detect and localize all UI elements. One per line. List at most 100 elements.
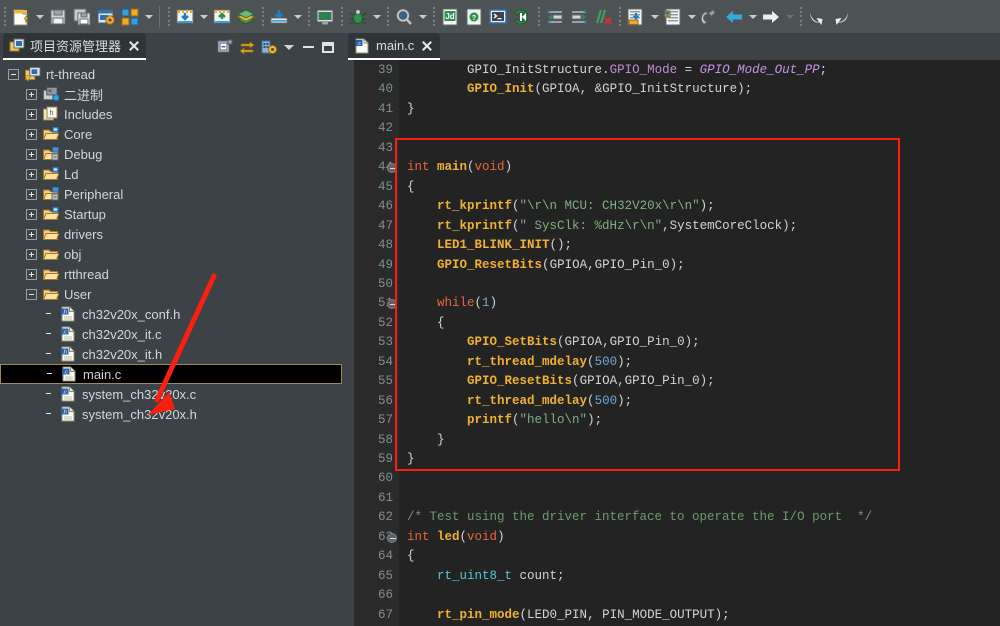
tree-item[interactable]: obj [0,244,342,264]
code-line[interactable]: int main(void) [407,159,512,176]
project-tree[interactable]: rt-thread 二进制 h Includes Core Debug Ld Peripher… [0,60,342,626]
tab-project-explorer[interactable]: 项目资源管理器 [3,33,147,60]
toolbar-drag-handle[interactable] [2,6,7,28]
folding-ruler[interactable] [385,60,399,626]
code-line[interactable]: } [407,432,445,449]
fold-toggle-icon[interactable] [387,299,397,310]
code-line[interactable]: rt_kprintf(" SysClk: %dHz\r\n",SystemCor… [407,218,797,235]
collapse-icon[interactable] [26,288,37,300]
code-line[interactable]: } [407,101,415,118]
toolbar-drag-handle[interactable] [536,6,541,28]
debug-dropdown[interactable] [370,5,383,29]
toolbar-drag-handle[interactable] [166,6,171,28]
javadoc-button[interactable]: Jd [438,5,462,29]
code-line[interactable]: GPIO_Init(GPIOA, &GPIO_InitStructure); [407,81,752,98]
save-all-button[interactable] [70,5,94,29]
code-line[interactable]: GPIO_InitStructure.GPIO_Mode = GPIO_Mode… [407,62,827,79]
open-declaration-dropdown[interactable] [648,5,661,29]
code-line[interactable]: rt_uint8_t count; [407,568,565,585]
expand-icon[interactable] [26,208,37,220]
forward-button[interactable] [759,5,783,29]
save-button[interactable] [46,5,70,29]
remove-markers-button[interactable] [591,5,615,29]
collapse-icon[interactable] [8,68,19,80]
code-line[interactable]: while(1) [407,295,497,312]
code-line[interactable]: rt_thread_mdelay(500); [407,393,632,410]
library-button[interactable] [234,5,258,29]
code-line[interactable]: LED1_BLINK_INIT(); [407,237,572,254]
fold-toggle-icon[interactable] [387,163,397,174]
vertical-ruler[interactable] [342,60,354,626]
tree-item[interactable]: User [0,284,342,304]
maximize-view-icon[interactable] [318,36,338,58]
toolbar-drag-handle[interactable] [617,6,622,28]
code-line[interactable]: rt_kprintf("\r\n MCU: CH32V20x\r\n"); [407,198,715,215]
code-line[interactable]: { [407,548,415,565]
expand-icon[interactable] [26,128,37,140]
tree-item[interactable]: Peripheral [0,184,342,204]
code-line[interactable]: GPIO_ResetBits(GPIOA,GPIO_Pin_0); [407,257,685,274]
expand-icon[interactable] [26,108,37,120]
next-edit-location-button[interactable] [829,5,853,29]
tree-item[interactable]: Ld [0,164,342,184]
code-text[interactable]: GPIO_InitStructure.GPIO_Mode = GPIO_Mode… [399,60,1000,626]
download-button[interactable] [267,5,291,29]
import-dropdown[interactable] [197,5,210,29]
fold-toggle-icon[interactable] [387,532,397,543]
code-line[interactable]: GPIO_SetBits(GPIOA,GPIO_Pin_0); [407,334,700,351]
tree-item[interactable]: .h ch32v20x_conf.h [0,304,342,324]
link-with-editor-icon[interactable] [236,36,258,58]
tree-item-selected[interactable]: .c main.c [0,364,342,384]
code-line[interactable]: { [407,315,445,332]
tree-item[interactable]: drivers [0,224,342,244]
close-icon[interactable] [421,40,433,52]
code-line[interactable]: { [407,179,415,196]
download-dropdown[interactable] [291,5,304,29]
code-line[interactable]: rt_thread_mdelay(500); [407,354,632,371]
code-line[interactable]: GPIO_ResetBits(GPIOA,GPIO_Pin_0); [407,373,715,390]
new-file-dropdown[interactable] [33,5,46,29]
code-line[interactable]: /* Test using the driver interface to op… [407,509,872,526]
expand-icon[interactable] [26,268,37,280]
code-line[interactable]: int led(void) [407,529,505,546]
tree-item[interactable]: Core [0,124,342,144]
close-icon[interactable] [128,40,140,52]
view-filter-icon[interactable] [258,36,280,58]
previous-edit-location-button[interactable] [805,5,829,29]
expand-icon[interactable] [26,168,37,180]
tree-item[interactable]: .h ch32v20x_it.h [0,344,342,364]
code-editor[interactable]: 39 40 41 42 43 44 45 46 47 48 49 50 51 52 53 54 55 56 57 58… [342,60,1000,626]
toolbar-drag-handle[interactable] [306,6,311,28]
tree-item[interactable]: .c ch32v20x_it.c [0,324,342,344]
terminal-button[interactable] [486,5,510,29]
collapse-all-icon[interactable] [214,36,236,58]
back-button[interactable] [722,5,746,29]
tree-item[interactable]: rt-thread [0,64,342,84]
help-button[interactable]: ? [462,5,486,29]
tree-item[interactable]: 二进制 [0,84,342,104]
export-button[interactable] [210,5,234,29]
code-line[interactable]: printf("hello\n"); [407,412,602,429]
debug-button[interactable] [346,5,370,29]
toolbar-drag-handle[interactable] [798,6,803,28]
toolbar-drag-handle[interactable] [260,6,265,28]
open-type-dropdown[interactable] [685,5,698,29]
expand-icon[interactable] [26,88,37,100]
expand-icon[interactable] [26,228,37,240]
expand-icon[interactable] [26,248,37,260]
next-annotation-button[interactable] [543,5,567,29]
expand-icon[interactable] [26,188,37,200]
view-menu-chevron-down-icon[interactable] [280,36,298,58]
import-button[interactable] [173,5,197,29]
tree-item[interactable]: .h system_ch32v20x.h [0,404,342,424]
forward-dropdown[interactable] [783,5,796,29]
minimize-view-icon[interactable] [298,36,318,58]
tab-main-c[interactable]: .c main.c [348,33,441,60]
open-declaration-button[interactable] [624,5,648,29]
back-dropdown[interactable] [746,5,759,29]
tree-item[interactable]: .c system_ch32v20x.c [0,384,342,404]
code-line[interactable]: } [407,451,415,468]
toolbar-drag-handle[interactable] [431,6,436,28]
search-dropdown[interactable] [416,5,429,29]
search-button[interactable] [392,5,416,29]
